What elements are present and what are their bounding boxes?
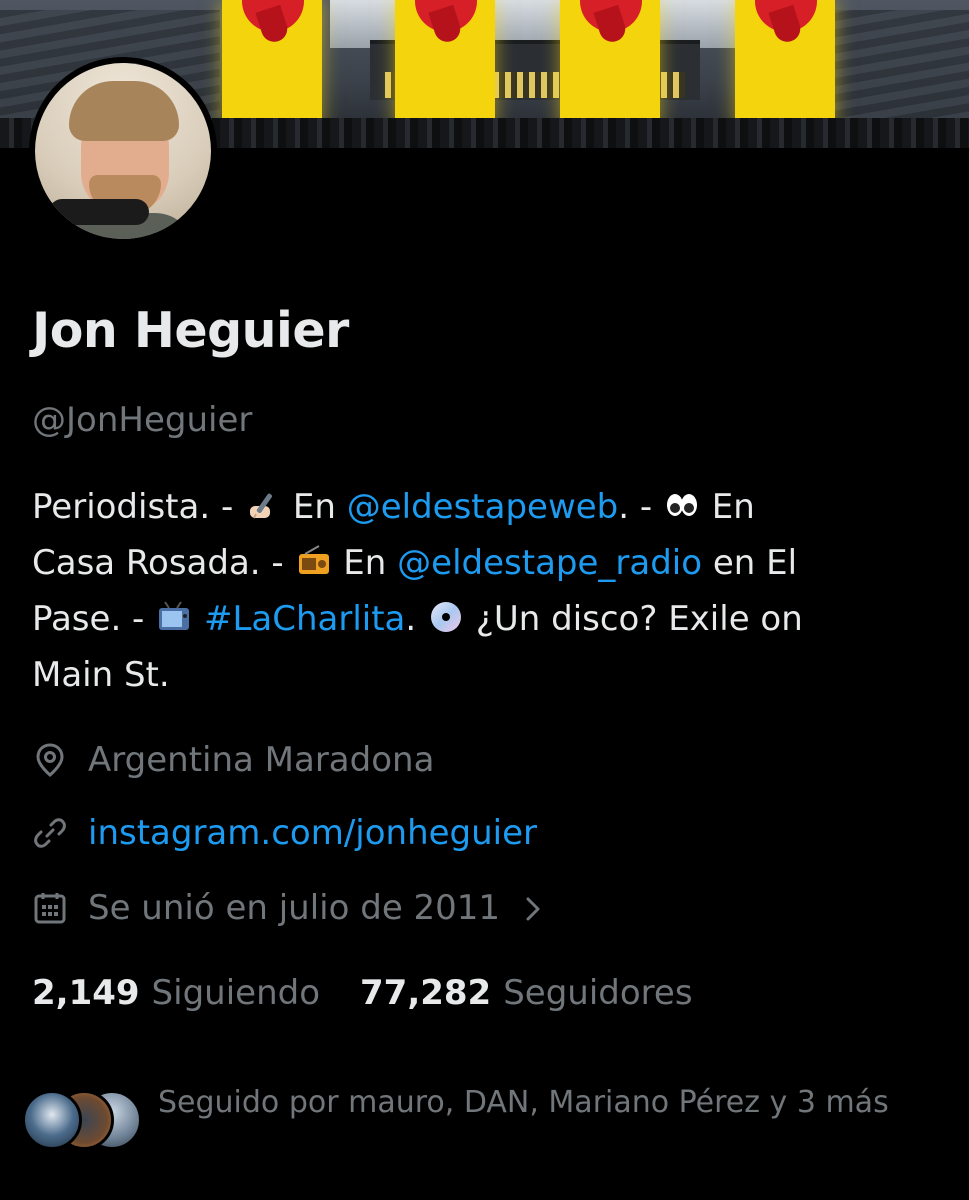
- bio-line: Periodista. - En @eldestapeweb. - En: [32, 479, 952, 535]
- banner-screen-panel: [560, 0, 660, 130]
- bio-line: Casa Rosada. - En @eldestape_radio en El: [32, 535, 952, 591]
- bio-text: Main St.: [32, 655, 170, 695]
- following-label: Siguiendo: [151, 973, 321, 1013]
- chevron-right-icon[interactable]: [522, 893, 544, 923]
- eyes-emoji: [665, 483, 699, 517]
- location-pin-icon: [32, 742, 68, 778]
- profile-joined[interactable]: Se unió en julio de 2011: [32, 888, 544, 928]
- bio-text: Casa Rosada. -: [32, 543, 295, 583]
- hashtag-link[interactable]: #LaCharlita: [204, 599, 405, 639]
- followers-link[interactable]: 77,282 Seguidores: [360, 973, 693, 1013]
- writing-hand-emoji: [246, 483, 280, 519]
- bio-text: Pase. -: [32, 599, 156, 639]
- bio-text: En: [332, 543, 398, 583]
- link-icon: [32, 815, 68, 851]
- bio-text: en El: [702, 543, 798, 583]
- bio-text: En: [282, 487, 347, 527]
- radio-emoji: [297, 539, 331, 574]
- calendar-icon: [32, 890, 68, 926]
- followers-label: Seguidores: [503, 973, 693, 1013]
- dvd-emoji: [429, 595, 463, 632]
- bio-text: En: [700, 487, 755, 527]
- followers-count: 77,282: [360, 973, 492, 1013]
- bio-line: Pase. - #LaCharlita. ¿Un disco? Exile on: [32, 591, 952, 647]
- banner-screen-panel: [222, 0, 322, 130]
- avatar[interactable]: [29, 57, 217, 245]
- profile-name: Jon Heguier: [32, 302, 349, 359]
- profile-website[interactable]: instagram.com/jonheguier: [32, 813, 537, 853]
- follower-avatars: [22, 1080, 152, 1150]
- banner-screen-panel: [735, 0, 835, 130]
- follower-avatar: [22, 1090, 82, 1150]
- location-text: Argentina Maradona: [88, 740, 435, 780]
- profile-stats: 2,149 Siguiendo 77,282 Seguidores: [32, 973, 693, 1013]
- tv-emoji: [157, 595, 191, 630]
- bio-text: .: [405, 599, 428, 639]
- bio-text: Periodista. -: [32, 487, 245, 527]
- following-count: 2,149: [32, 973, 140, 1013]
- profile-location: Argentina Maradona: [32, 740, 434, 780]
- mention-link[interactable]: @eldestapeweb: [347, 487, 619, 527]
- profile-handle: @JonHeguier: [32, 400, 253, 440]
- bio-text: ¿Un disco? Exile on: [465, 599, 803, 639]
- mention-link[interactable]: @eldestape_radio: [397, 543, 702, 583]
- avatar-photo: [35, 63, 211, 239]
- banner-screen-panel: [395, 0, 495, 130]
- joined-text: Se unió en julio de 2011: [88, 888, 501, 928]
- profile-bio: Periodista. - En @eldestapeweb. - En Cas…: [32, 479, 952, 703]
- followed-by[interactable]: Seguido por mauro, DAN, Mariano Pérez y …: [22, 1080, 952, 1150]
- following-link[interactable]: 2,149 Siguiendo: [32, 973, 320, 1013]
- bio-line: Main St.: [32, 647, 952, 703]
- followed-by-text: Seguido por mauro, DAN, Mariano Pérez y …: [158, 1085, 889, 1120]
- website-link[interactable]: instagram.com/jonheguier: [88, 813, 537, 853]
- bio-text: . -: [618, 487, 663, 527]
